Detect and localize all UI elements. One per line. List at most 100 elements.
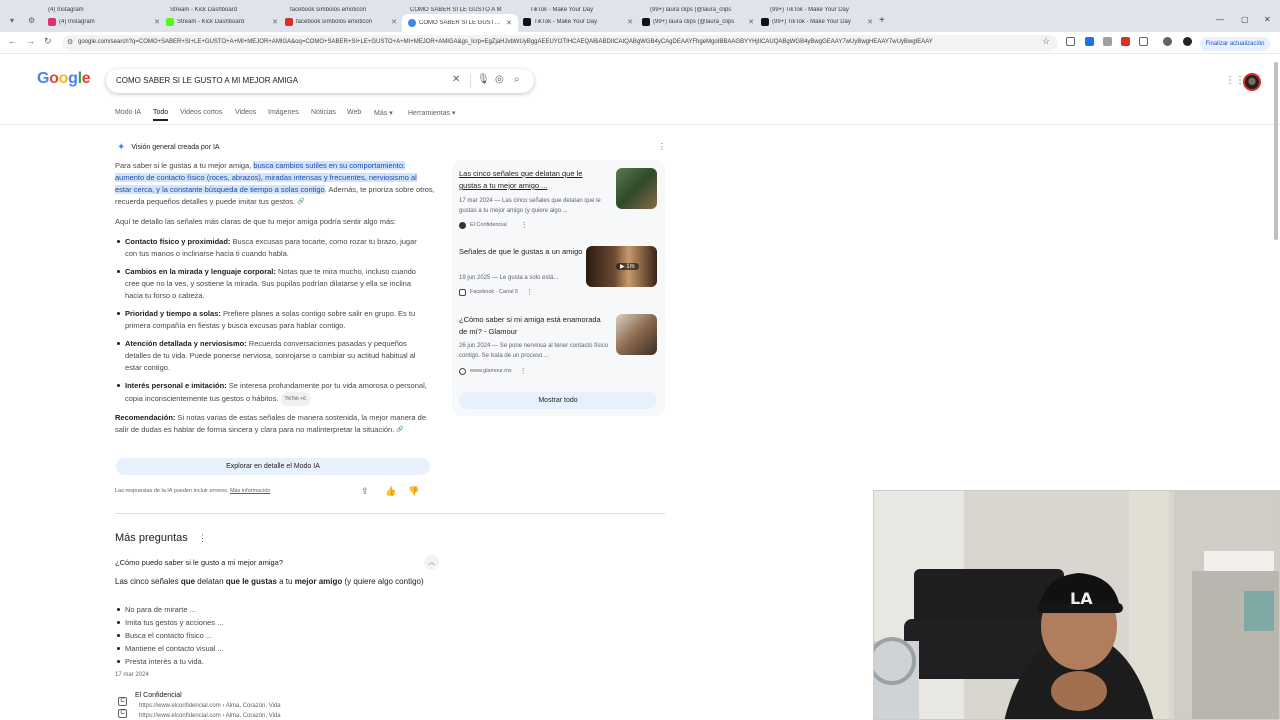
filter-tools[interactable]: Herramientas ▾	[408, 109, 455, 117]
reload-icon[interactable]: ↻	[44, 36, 52, 47]
instagram-icon	[48, 18, 56, 26]
extension-icon[interactable]	[1066, 37, 1075, 46]
list-item: Atención detallada y nerviosismo: Recuer…	[125, 339, 416, 372]
extension-icon[interactable]	[1103, 37, 1112, 46]
tab-google-search[interactable]: COMO SABER SI LE GUSTO A M ✕	[402, 14, 518, 32]
explore-ai-mode-button[interactable]: Explorar en detalle el Modo IA	[116, 458, 430, 475]
lens-icon[interactable]: ◎	[495, 74, 504, 85]
paa-site-name[interactable]: El Confidencial	[135, 692, 182, 699]
more-options-icon[interactable]: ⋮	[198, 533, 207, 544]
kick-icon	[166, 18, 174, 26]
bullet-dot	[117, 608, 120, 611]
more-options-icon[interactable]: ⋮	[520, 367, 527, 375]
active-tab-indicator	[153, 119, 168, 121]
site-info-icon[interactable]: ⚙	[67, 38, 73, 46]
back-icon[interactable]: ←	[8, 36, 17, 46]
filter-images[interactable]: Imágenes	[268, 109, 299, 116]
chevron-up-icon[interactable]: ︿	[424, 555, 439, 570]
video-thumbnail[interactable]: ▶ 1m	[586, 246, 657, 287]
minimize-icon[interactable]: —	[1216, 15, 1224, 24]
search-input[interactable]: COMO SABER SI LE GUSTO A MI MEJOR AMIGA	[116, 76, 298, 85]
filter-short-videos[interactable]: Videos cortos	[180, 109, 222, 116]
bullet-dot	[117, 384, 120, 387]
tab-instagram[interactable]: (4) Instagram ✕	[48, 15, 160, 29]
more-options-icon[interactable]: ⋮	[526, 288, 533, 296]
source-title-link[interactable]: ¿Cómo saber si mi amiga está enamorada d…	[459, 314, 611, 338]
paa-question[interactable]: ¿Cómo puedo saber si le gusto a mi mejor…	[115, 558, 283, 567]
translate-icon[interactable]	[1085, 37, 1094, 46]
tab-search-icon[interactable]: ▾	[10, 16, 14, 25]
source-snippet: 19 jun 2025 — Le gusta a solo está...	[459, 275, 559, 281]
learn-more-link[interactable]: Más información	[230, 488, 270, 494]
bullet-dot	[117, 647, 120, 650]
browser-toolbar: ← → ↻ ⚙ google.com/search?q=COMO+SABER+S…	[0, 32, 1280, 54]
puzzle-icon[interactable]	[1139, 37, 1148, 46]
bookmark-star-icon[interactable]: ☆	[1042, 36, 1050, 47]
microphone-icon[interactable]: 🎙	[477, 74, 490, 85]
more-options-icon[interactable]: ⋮	[521, 221, 528, 229]
profile-icon[interactable]	[1183, 37, 1192, 46]
close-tab-icon[interactable]: ✕	[506, 19, 512, 27]
source-title-link[interactable]: Señales de que le gustas a un amigo	[459, 246, 599, 258]
list-item: Contacto físico y proximidad: Busca excu…	[125, 237, 417, 258]
tab-tiktok-laura[interactable]: (99+) laura clips (@laura_clips ✕	[642, 15, 754, 29]
list-item: Presta interés a tu vida.	[125, 657, 204, 666]
filter-more[interactable]: Más ▾	[374, 109, 393, 117]
finish-update-button[interactable]: Finalizar actualización	[1200, 37, 1270, 51]
link-icon[interactable]: 🔗	[396, 424, 403, 436]
new-tab-button[interactable]: +	[879, 15, 885, 26]
source-site[interactable]: El Confidencial ⋮	[459, 221, 528, 229]
bullet-dot	[117, 342, 120, 345]
close-tab-icon[interactable]: ✕	[272, 18, 278, 26]
tab-tiktok-2[interactable]: (99+) TikTok - Make Your Day ✕	[761, 15, 873, 29]
forward-icon[interactable]: →	[26, 36, 35, 46]
source-site[interactable]: Facebook · Canal 5 ⋮	[459, 288, 533, 296]
close-tab-icon[interactable]: ✕	[391, 18, 397, 26]
avatar[interactable]	[1243, 73, 1261, 91]
close-tab-icon[interactable]: ✕	[748, 18, 754, 26]
more-options-icon[interactable]: ⋮	[658, 142, 666, 151]
source-thumbnail[interactable]	[616, 314, 657, 355]
browser-tab-ghost: (99+) laura clips (@laura_clips	[650, 7, 732, 13]
tab-facebook-emoticons[interactable]: facebook símbolos emoticon ✕	[285, 15, 397, 29]
source-title-link[interactable]: Las cinco señales que delatan que le gus…	[459, 168, 599, 192]
filter-videos[interactable]: Videos	[235, 109, 256, 116]
media-icon[interactable]	[1163, 37, 1172, 46]
search-icon[interactable]: ⌕	[514, 74, 520, 85]
share-icon[interactable]: ⇪	[361, 486, 369, 497]
tab-kick[interactable]: Stream - Kick Dashboard ✕	[166, 15, 278, 29]
source-thumbnail[interactable]	[616, 168, 657, 209]
source-site[interactable]: www.glamour.mx ⋮	[459, 367, 527, 375]
scrollbar-thumb[interactable]	[1274, 62, 1278, 240]
tab-tiktok[interactable]: TikTok - Make Your Day ✕	[523, 15, 633, 29]
filter-all[interactable]: Todo	[153, 109, 168, 116]
filter-web[interactable]: Web	[347, 109, 361, 116]
link-icon[interactable]: 🔗	[297, 196, 304, 208]
paa-url[interactable]: https://www.elconfidencial.com › Alma, C…	[139, 703, 281, 709]
thumbs-up-icon[interactable]: 👍	[385, 486, 396, 497]
browser-tab-ghost: TikTok - Make Your Day	[530, 7, 594, 13]
ai-overview-intro: Para saber si le gustas a tu mejor amiga…	[115, 160, 435, 208]
thumbs-down-icon[interactable]: 👎	[408, 486, 419, 497]
ai-overview-lead: Aquí te detallo las señales más claras d…	[115, 217, 396, 226]
clear-icon[interactable]: ✕	[452, 74, 460, 85]
close-tab-icon[interactable]: ✕	[627, 18, 633, 26]
maximize-icon[interactable]: ▢	[1241, 15, 1249, 24]
close-tab-icon[interactable]: ✕	[154, 18, 160, 26]
close-tab-icon[interactable]: ✕	[867, 18, 873, 26]
paa-url[interactable]: https://www.elconfidencial.com › Alma, C…	[139, 713, 281, 719]
google-logo[interactable]: Google	[37, 70, 91, 88]
show-all-button[interactable]: Mostrar todo	[459, 392, 657, 409]
browser-tab-ghost: (4) Instagram	[48, 7, 84, 13]
source-chip[interactable]: TikTok +6	[280, 392, 310, 406]
extension-icon[interactable]	[1121, 37, 1130, 46]
list-item: Interés personal e imitación: Se interes…	[125, 380, 430, 406]
filter-news[interactable]: Noticias	[311, 109, 336, 116]
tab-group-icon[interactable]: ⚙	[28, 16, 35, 25]
close-window-icon[interactable]: ✕	[1264, 15, 1271, 24]
address-bar[interactable]: ⚙ google.com/search?q=COMO+SABER+SI+LE+G…	[62, 35, 1058, 51]
filter-ai-mode[interactable]: Modo IA	[115, 109, 141, 116]
play-icon: ▶ 1m	[616, 263, 639, 270]
glamour-icon	[459, 367, 466, 375]
search-box[interactable]: COMO SABER SI LE GUSTO A MI MEJOR AMIGA …	[106, 69, 534, 93]
